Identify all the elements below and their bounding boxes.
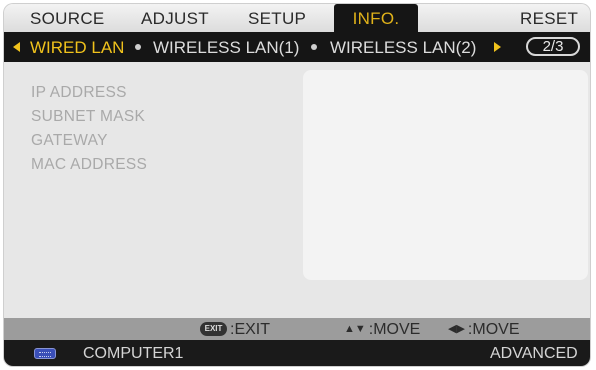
mac-address-label: MAC ADDRESS [31, 156, 148, 173]
move-vertical-label: :MOVE [368, 321, 421, 338]
projector-menu: SOURCE ADJUST SETUP INFO. RESET WIRED LA… [4, 4, 590, 366]
gateway-label: GATEWAY [31, 132, 108, 149]
tab-wireless-lan-2[interactable]: WIRELESS LAN(2) [330, 32, 476, 62]
menu-source[interactable]: SOURCE [30, 4, 105, 32]
up-down-arrows-icon: ▲▼ [344, 323, 366, 336]
info-panel: IP ADDRESS SUBNET MASK GATEWAY MAC ADDRE… [4, 62, 590, 318]
exit-hint: EXIT:EXIT [200, 318, 270, 340]
input-source: COMPUTER1 [83, 345, 184, 362]
move-horizontal-hint: ◀▶:MOVE [448, 318, 519, 340]
separator-dot-icon [311, 44, 317, 50]
menu-adjust[interactable]: ADJUST [141, 4, 209, 32]
menu-mode: ADVANCED [490, 345, 578, 362]
vga-connector-icon [34, 348, 56, 359]
left-arrow-icon[interactable] [13, 42, 20, 52]
subnet-mask-label: SUBNET MASK [31, 108, 146, 125]
main-menu-bar: SOURCE ADJUST SETUP INFO. RESET [4, 4, 590, 32]
help-bar: EXIT:EXIT ▲▼:MOVE ◀▶:MOVE [4, 318, 590, 340]
left-right-arrows-icon: ◀▶ [448, 323, 465, 336]
move-horizontal-label: :MOVE [467, 321, 520, 338]
right-arrow-icon[interactable] [494, 42, 501, 52]
ip-address-label: IP ADDRESS [31, 84, 127, 101]
menu-info[interactable]: INFO. [334, 4, 418, 32]
status-bar: COMPUTER1 ADVANCED [4, 340, 590, 366]
sub-tab-bar: WIRED LAN WIRELESS LAN(1) WIRELESS LAN(2… [4, 32, 590, 62]
move-vertical-hint: ▲▼:MOVE [344, 318, 420, 340]
exit-button-icon: EXIT [200, 321, 227, 336]
separator-dot-icon [135, 44, 141, 50]
exit-hint-label: :EXIT [230, 321, 271, 338]
menu-reset[interactable]: RESET [520, 4, 578, 32]
tab-wireless-lan-1[interactable]: WIRELESS LAN(1) [153, 32, 299, 62]
page-indicator: 2/3 [526, 37, 580, 56]
menu-setup[interactable]: SETUP [248, 4, 306, 32]
values-box [303, 70, 588, 280]
tab-wired-lan[interactable]: WIRED LAN [30, 32, 124, 62]
